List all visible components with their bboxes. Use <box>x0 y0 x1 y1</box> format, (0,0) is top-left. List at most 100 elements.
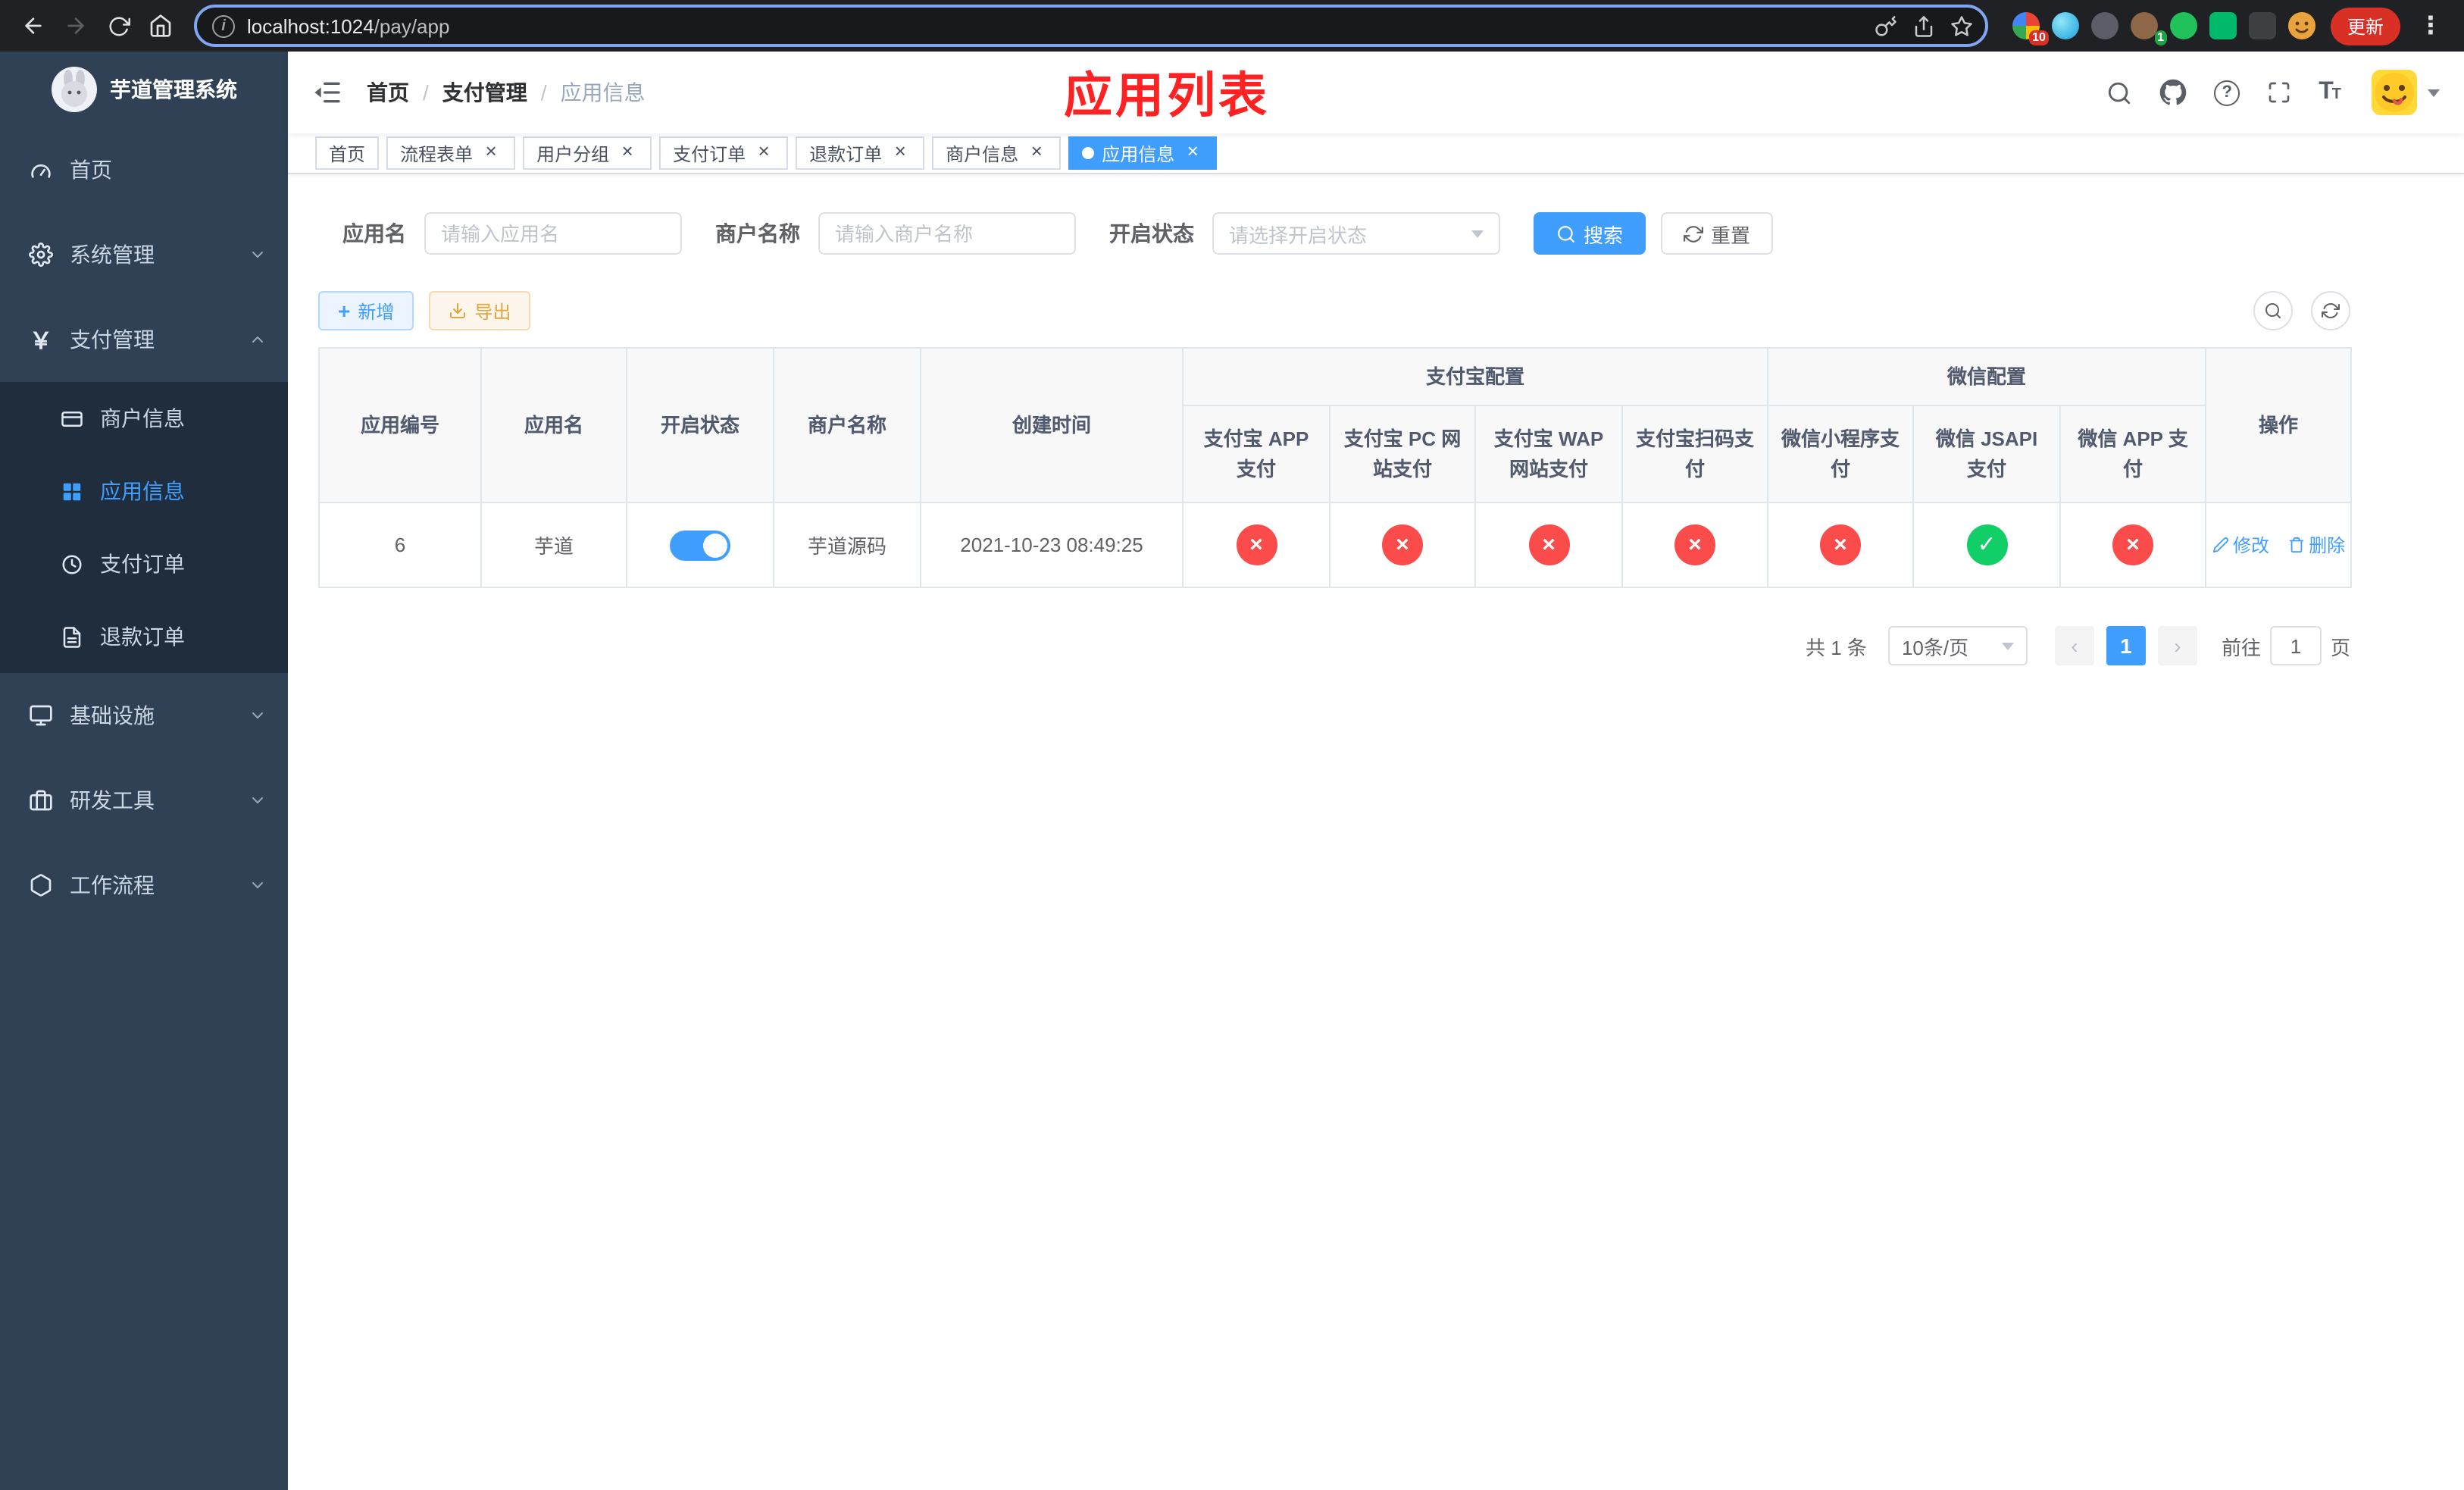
status-label: 开启状态 <box>1109 221 1194 246</box>
tab-refund-order[interactable]: 退款订单 × <box>796 136 925 170</box>
home-icon <box>150 14 171 37</box>
user-menu[interactable] <box>2372 70 2440 115</box>
delete-button-label: 删除 <box>2309 535 2346 556</box>
extension-icon-green-circle[interactable] <box>2169 12 2197 39</box>
close-icon[interactable]: × <box>1026 141 1047 164</box>
chevron-down-icon <box>249 246 267 264</box>
col-header-actions: 操作 <box>2205 347 2353 503</box>
address-bar[interactable]: i localhost:1024/pay/app <box>194 5 1988 47</box>
breadcrumb-separator: / <box>540 80 547 105</box>
reset-button[interactable]: 重置 <box>1661 212 1774 255</box>
close-icon[interactable]: × <box>617 141 638 164</box>
extension-icon-blue[interactable] <box>2051 12 2079 39</box>
app-name-input[interactable] <box>424 212 682 255</box>
col-header-create-time: 创建时间 <box>920 347 1184 503</box>
site-info-icon[interactable]: i <box>212 14 235 37</box>
home-button[interactable] <box>139 5 182 47</box>
add-button[interactable]: + 新增 <box>318 291 414 330</box>
tab-label: 用户分组 <box>536 143 610 164</box>
cell-create-time: 2021-10-23 08:49:25 <box>920 502 1184 588</box>
sidebar-item-workflow[interactable]: 工作流程 <box>0 843 288 928</box>
refresh-table-button[interactable] <box>2311 291 2350 330</box>
current-page-button[interactable]: 1 <box>2106 626 2146 665</box>
sidebar-logo[interactable]: 芋道管理系统 <box>0 52 288 127</box>
wechat-mini-status-icon: × <box>1820 524 1862 565</box>
breadcrumb-home[interactable]: 首页 <box>367 77 409 108</box>
sidebar-item-pay-order[interactable]: 支付订单 <box>0 527 288 600</box>
wechat-jsapi-status-icon: ✓ <box>1966 524 2008 565</box>
close-icon[interactable]: × <box>753 141 774 164</box>
url-host: localhost:1024 <box>247 14 374 37</box>
sidebar-item-label: 研发工具 <box>70 788 155 812</box>
sidebar-item-system[interactable]: 系统管理 <box>0 212 288 297</box>
cell-wechat-mini: × <box>1767 502 1915 588</box>
extension-icon-pin[interactable] <box>2248 12 2276 39</box>
goto-page-input[interactable] <box>2269 626 2322 665</box>
pencil-icon <box>2212 537 2228 553</box>
reload-button[interactable] <box>97 5 139 47</box>
col-header-wechat-jsapi: 微信 JSAPI 支付 <box>1912 405 2062 503</box>
sidebar-item-label: 支付订单 <box>100 552 185 576</box>
extension-icon-colorful[interactable]: 10 <box>2012 12 2049 45</box>
sidebar-item-infrastructure[interactable]: 基础设施 <box>0 673 288 758</box>
key-icon[interactable] <box>1875 14 1897 37</box>
pagination: 共 1 条 10条/页 ‹ 1 › 前往 页 <box>318 626 2350 665</box>
cell-status <box>626 502 774 588</box>
refresh-icon <box>2322 303 2340 318</box>
tab-home[interactable]: 首页 <box>315 136 380 170</box>
sidebar-toggle-button[interactable] <box>312 77 342 108</box>
fullscreen-button[interactable] <box>2267 80 2291 105</box>
merchant-card-icon <box>58 407 85 430</box>
extension-icon-dark[interactable] <box>2090 12 2118 39</box>
sidebar-item-merchant-info[interactable]: 商户信息 <box>0 382 288 455</box>
edit-button[interactable]: 修改 <box>2212 532 2269 558</box>
cell-app-name: 芋道 <box>480 502 627 588</box>
github-button[interactable] <box>2159 79 2187 106</box>
search-button[interactable]: 搜索 <box>1534 212 1646 255</box>
font-size-button[interactable]: TT <box>2319 79 2341 106</box>
wechat-app-status-icon: × <box>2112 524 2154 565</box>
bookmark-star-icon[interactable] <box>1950 14 1973 37</box>
prev-page-button[interactable]: ‹ <box>2054 626 2094 665</box>
header-search-button[interactable] <box>2106 80 2132 105</box>
close-icon[interactable]: × <box>480 141 502 164</box>
update-button[interactable]: 更新 <box>2330 7 2400 45</box>
active-tab-dot <box>1082 147 1095 159</box>
logo-avatar <box>51 67 96 112</box>
tab-pay-order[interactable]: 支付订单 × <box>659 136 789 170</box>
profile-avatar[interactable] <box>2287 12 2315 39</box>
extension-icon-avatar[interactable]: 1 <box>2130 12 2167 45</box>
pay-order-icon <box>58 552 85 575</box>
chevron-up-icon <box>249 330 267 349</box>
tab-user-group[interactable]: 用户分组 × <box>523 136 652 170</box>
alipay-wap-status-icon: × <box>1528 524 1569 565</box>
tab-merchant-info[interactable]: 商户信息 × <box>932 136 1062 170</box>
tab-app-info[interactable]: 应用信息 × <box>1068 136 1218 170</box>
delete-button[interactable]: 删除 <box>2287 532 2345 558</box>
chevron-right-icon: › <box>2174 634 2181 658</box>
sidebar-item-refund-order[interactable]: 退款订单 <box>0 600 288 673</box>
enable-toggle[interactable] <box>670 530 730 560</box>
sidebar-item-label: 工作流程 <box>70 873 155 897</box>
extension-icon-green-square[interactable] <box>2209 12 2237 39</box>
share-icon[interactable] <box>1912 14 1935 37</box>
sidebar-item-app-info[interactable]: 应用信息 <box>0 455 288 527</box>
export-button[interactable]: 导出 <box>429 291 531 330</box>
sidebar-item-dev-tools[interactable]: 研发工具 <box>0 758 288 843</box>
status-select[interactable]: 请选择开启状态 <box>1212 212 1500 255</box>
sidebar-item-payment[interactable]: ￥ 支付管理 <box>0 297 288 382</box>
next-page-button[interactable]: › <box>2157 626 2197 665</box>
toggle-search-button[interactable] <box>2253 291 2293 330</box>
back-button[interactable] <box>12 5 55 47</box>
merchant-name-input[interactable] <box>818 212 1076 255</box>
page-size-select[interactable]: 10条/页 <box>1887 626 2028 665</box>
sidebar-item-home[interactable]: 首页 <box>0 127 288 212</box>
breadcrumb-payment[interactable]: 支付管理 <box>442 77 527 108</box>
trash-icon <box>2288 537 2303 553</box>
forward-button[interactable] <box>55 5 97 47</box>
tab-process-form[interactable]: 流程表单 × <box>386 136 516 170</box>
close-icon[interactable]: × <box>1182 141 1203 164</box>
menu-kebab-button[interactable]: ⋮ <box>2409 5 2452 47</box>
help-icon[interactable]: ? <box>2214 80 2240 105</box>
close-icon[interactable]: × <box>890 141 911 164</box>
